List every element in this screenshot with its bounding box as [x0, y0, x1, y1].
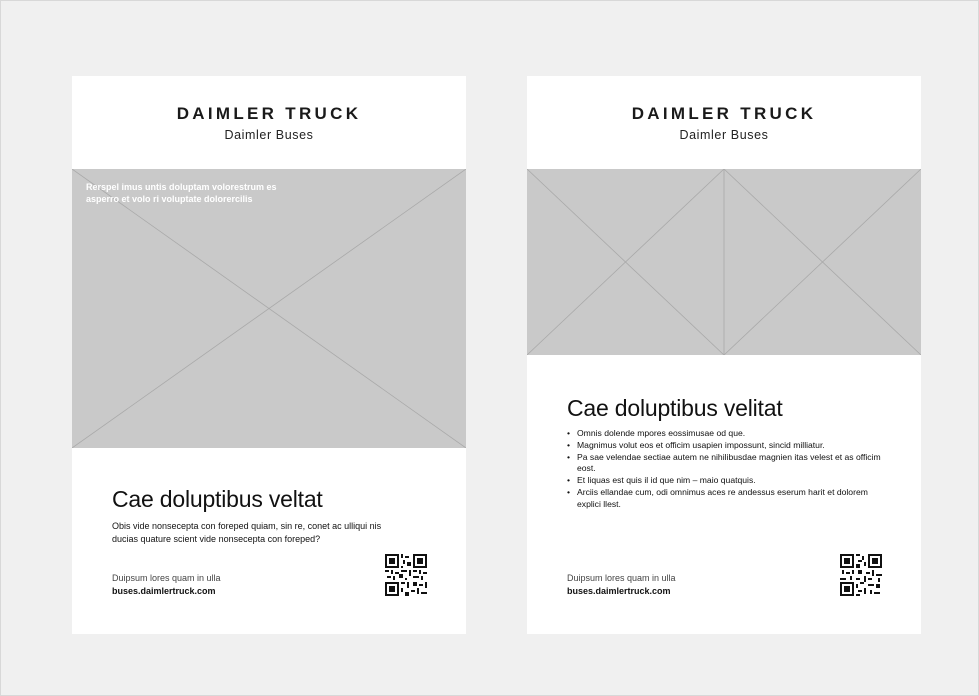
- subbrand-label: Daimler Buses: [224, 128, 314, 142]
- placeholder-cross-icon: [527, 169, 921, 355]
- list-item: Magnimus volut eos et officim usapien im…: [567, 440, 887, 452]
- footer-url: buses.daimlertruck.com: [567, 586, 671, 596]
- list-item: Omnis dolende mpores eossimusae od que.: [567, 428, 887, 440]
- poster-1: DAIMLER TRUCK Daimler Buses Rerspel imus…: [72, 76, 466, 634]
- footer-url: buses.daimlertruck.com: [112, 586, 216, 596]
- list-item: Arciis ellandae cum, odi omnimus aces re…: [567, 487, 887, 511]
- headline: Cae doluptibus velitat: [567, 395, 783, 421]
- list-item: Pa sae velendae sectiae autem ne nihilib…: [567, 452, 887, 476]
- image-placeholder: [527, 169, 921, 355]
- footer-line: Duipsum lores quam in ulla: [567, 573, 676, 583]
- bullet-list: Omnis dolende mpores eossimusae od que. …: [567, 428, 887, 511]
- body-text: Obis vide nonsecepta con foreped quiam, …: [112, 521, 382, 544]
- placeholder-cross-icon: [72, 169, 466, 448]
- brand-logo: DAIMLER TRUCK: [631, 104, 817, 123]
- list-item: Et liquas est quis il id que nim – maio …: [567, 475, 887, 487]
- footer-line: Duipsum lores quam in ulla: [112, 573, 221, 583]
- subbrand-label: Daimler Buses: [679, 128, 769, 142]
- qr-code-icon: [840, 554, 882, 596]
- poster-2: DAIMLER TRUCK Daimler Buses Cae doluptib…: [527, 76, 921, 634]
- headline: Cae doluptibus veltat: [112, 486, 323, 512]
- brand-logo: DAIMLER TRUCK: [176, 104, 362, 123]
- image-caption: Rerspel imus untis doluptam volorestrum …: [86, 182, 277, 204]
- qr-code-icon: [385, 554, 427, 596]
- image-placeholder: Rerspel imus untis doluptam volorestrum …: [72, 169, 466, 448]
